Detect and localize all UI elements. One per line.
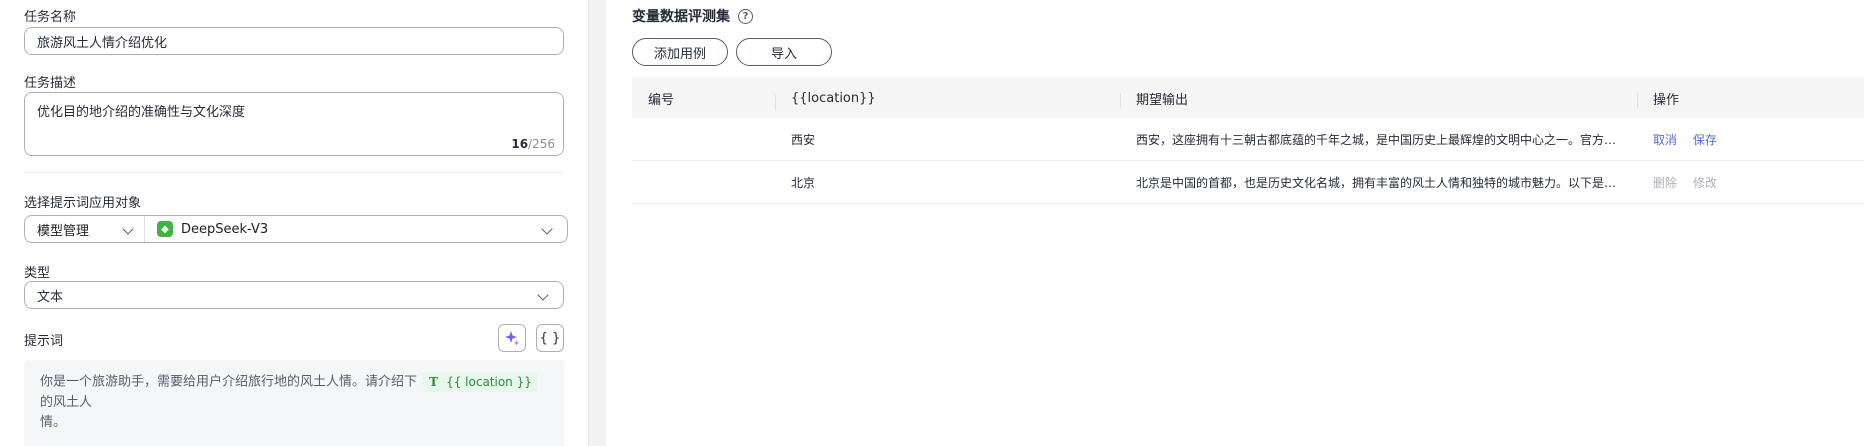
cell-expected: 北京是中国的首都，也是历史文化名城，拥有丰富的风土人情和独特的城市魅力。以下是关… xyxy=(1136,175,1637,190)
char-count: 16 xyxy=(511,137,529,151)
dataset-table: 编号 {{location}} 期望输出 操作 西安 西安，这座拥有十三朝古都底… xyxy=(632,78,1864,204)
task-name-value: 旅游风土人情介绍优化 xyxy=(37,35,168,51)
table-header: 编号 {{location}} 期望输出 操作 xyxy=(632,78,1864,118)
prompt-label: 提示词 xyxy=(24,334,64,349)
target-type-select[interactable]: 模型管理 xyxy=(25,216,145,242)
cell-actions: 取消 保存 xyxy=(1637,131,1864,148)
target-label: 选择提示词应用对象 xyxy=(24,196,142,211)
task-name-input[interactable]: 旅游风土人情介绍优化 xyxy=(24,27,564,55)
prompt-editor[interactable]: 你是一个旅游助手，需要给用户介绍旅行地的风土人情。请介绍下 T {{ locati… xyxy=(24,360,564,446)
col-header-location: {{location}} xyxy=(775,91,1120,111)
cell-location: 北京 xyxy=(791,175,816,190)
chevron-down-icon xyxy=(537,289,549,301)
insert-variable-button[interactable]: { } xyxy=(536,324,564,352)
help-icon[interactable]: ? xyxy=(738,8,753,24)
char-counter: 16/256 xyxy=(511,137,555,151)
import-button[interactable]: 导入 xyxy=(736,38,832,66)
table-row: 北京 北京是中国的首都，也是历史文化名城，拥有丰富的风土人情和独特的城市魅力。以… xyxy=(632,161,1864,204)
cell-location[interactable]: 西安 xyxy=(775,131,1120,148)
cell-expected[interactable]: 西安，这座拥有十三朝古都底蕴的千年之城，是中国历史上最辉煌的文明中心之一。官方数… xyxy=(1120,131,1637,148)
col-header-expected: 期望输出 xyxy=(1120,89,1637,108)
dataset-panel: 变量数据评测集 ? 添加用例 导入 编号 {{location}} 期望输出 操… xyxy=(606,0,1864,446)
model-select-value: DeepSeek-V3 xyxy=(181,221,269,237)
section-divider xyxy=(24,172,564,173)
text-variable-icon: T xyxy=(429,375,439,389)
ai-optimize-button[interactable] xyxy=(498,324,526,352)
edit-link[interactable]: 修改 xyxy=(1693,176,1717,190)
col-header-actions: 操作 xyxy=(1637,89,1864,109)
prompt-text-after: 的风土人 xyxy=(40,394,93,410)
col-header-id: 编号 xyxy=(648,92,675,108)
sparkle-icon xyxy=(505,331,519,346)
task-name-label: 任务名称 xyxy=(24,10,77,25)
save-link[interactable]: 保存 xyxy=(1693,133,1717,147)
panel-splitter[interactable] xyxy=(588,0,606,446)
prompt-variable-name: {{ location }} xyxy=(446,375,532,389)
chevron-down-icon xyxy=(541,223,553,235)
target-type-value: 模型管理 xyxy=(37,223,90,239)
model-logo-icon: ◆ xyxy=(157,221,173,237)
prompt-text-before: 你是一个旅游助手，需要给用户介绍旅行地的风土人情。请介绍下 xyxy=(40,374,418,390)
type-select[interactable]: 文本 xyxy=(24,281,564,309)
delete-link[interactable]: 删除 xyxy=(1653,176,1677,190)
cell-actions: 删除 修改 xyxy=(1637,174,1864,191)
task-desc-label: 任务描述 xyxy=(24,76,77,91)
cancel-link[interactable]: 取消 xyxy=(1653,133,1677,147)
braces-icon: { } xyxy=(539,330,561,346)
add-case-button[interactable]: 添加用例 xyxy=(632,38,728,66)
task-desc-textarea[interactable]: 优化目的地介绍的准确性与文化深度 16/256 xyxy=(24,92,564,156)
type-select-value: 文本 xyxy=(37,289,64,305)
table-row: 西安 西安，这座拥有十三朝古都底蕴的千年之城，是中国历史上最辉煌的文明中心之一。… xyxy=(632,118,1864,161)
dataset-title: 变量数据评测集 ? xyxy=(632,6,753,26)
task-form-panel: 任务名称 旅游风土人情介绍优化 任务描述 优化目的地介绍的准确性与文化深度 16… xyxy=(0,0,590,446)
chevron-down-icon xyxy=(122,223,134,235)
prompt-variable-tag[interactable]: T {{ location }} xyxy=(423,372,538,392)
prompt-text-line2: 情。 xyxy=(40,414,67,430)
model-select[interactable]: ◆ DeepSeek-V3 xyxy=(145,216,567,242)
target-select-group: 模型管理 ◆ DeepSeek-V3 xyxy=(24,215,568,243)
char-max: /256 xyxy=(528,137,555,151)
dataset-title-text: 变量数据评测集 xyxy=(632,9,730,25)
type-label: 类型 xyxy=(24,266,51,281)
task-desc-value: 优化目的地介绍的准确性与文化深度 xyxy=(37,105,246,120)
